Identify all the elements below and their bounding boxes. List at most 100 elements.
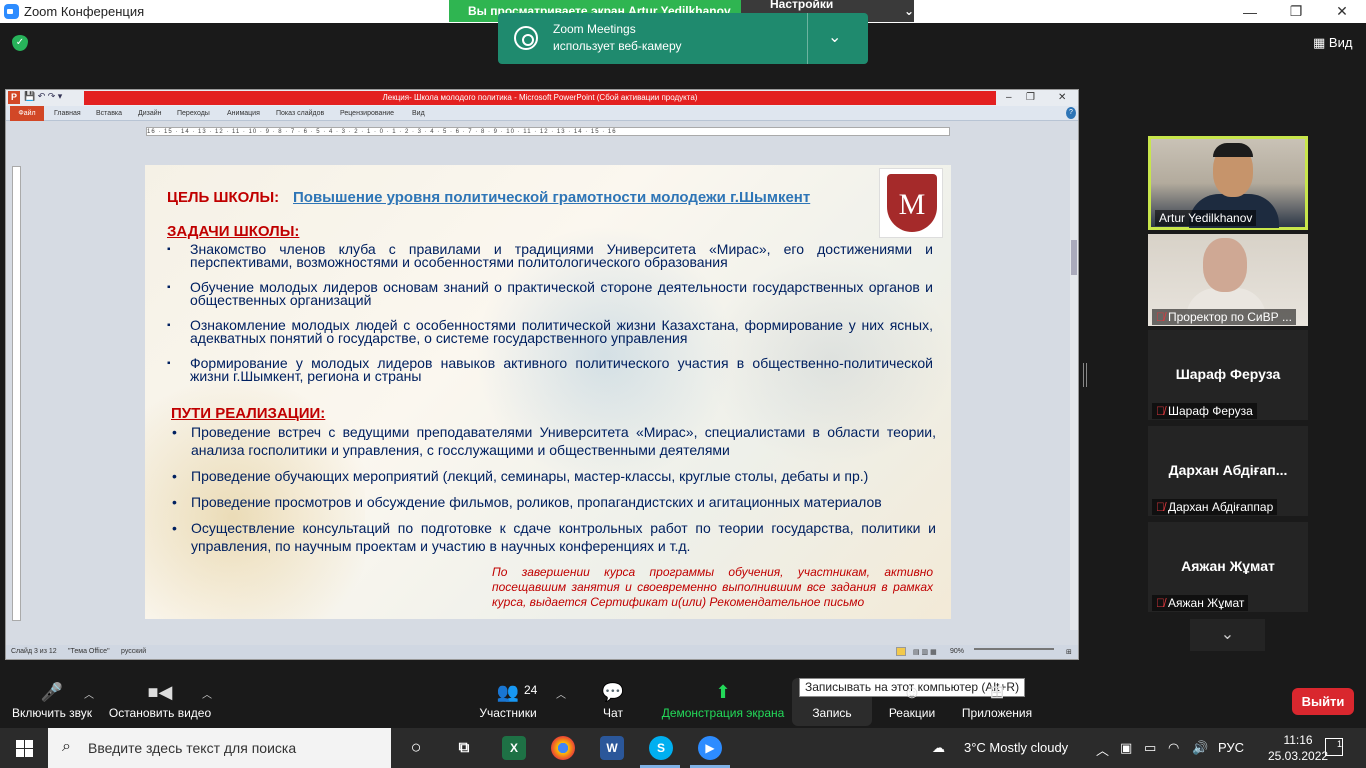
notification-app: Zoom Meetings: [553, 22, 636, 36]
task-item: Формирование у молодых лидеров навыков а…: [167, 356, 933, 383]
apps-button[interactable]: ⊞ Приложения: [958, 678, 1036, 720]
excel-icon[interactable]: X: [502, 736, 526, 760]
chevron-down-icon[interactable]: ⌄: [828, 27, 841, 47]
participant-display-name: Дархан Абдіғап...: [1168, 462, 1288, 478]
minimize-icon[interactable]: —: [1227, 0, 1273, 23]
unmute-button[interactable]: 🎤 Включить звук: [10, 678, 94, 720]
powerpoint-icon: P: [8, 91, 20, 104]
ppt-tab-home: Главная: [54, 110, 81, 117]
chat-button[interactable]: 💬 Чат: [592, 678, 634, 720]
normal-view-icon: [896, 647, 906, 656]
more-participants-chevron-icon[interactable]: ⌄: [1190, 619, 1265, 651]
horizontal-ruler: 16 · 15 · 14 · 13 · 12 · 11 · 10 · 9 · 8…: [146, 127, 950, 136]
ppt-tab-insert: Вставка: [96, 110, 123, 117]
mic-muted-icon: 🎙̸: [1156, 310, 1165, 324]
university-logo: M: [879, 168, 943, 238]
webcam-icon: [514, 26, 538, 50]
reactions-button[interactable]: ☺ Реакции: [884, 678, 940, 720]
zoom-slider: [974, 648, 1054, 650]
word-icon[interactable]: W: [600, 736, 624, 760]
participant-tile[interactable]: Artur Yedilkhanov: [1148, 136, 1308, 230]
microphone-muted-icon: 🎤: [40, 682, 64, 702]
way-item: Осуществление консультаций по подготовке…: [171, 519, 936, 555]
participants-count: 24: [524, 683, 538, 697]
close-icon[interactable]: ✕: [1319, 0, 1365, 23]
participant-name: 🎙̸ Проректор по СиВР ...: [1152, 309, 1296, 325]
shared-powerpoint-window: P 💾 ↶ ↷ ▾ Лекция- Школа молодого политик…: [5, 89, 1079, 660]
participant-name: 🎙̸ Дархан Абдіғаппар: [1152, 499, 1278, 515]
leave-button[interactable]: Выйти: [1292, 688, 1354, 715]
maximize-icon[interactable]: ❐: [1273, 0, 1319, 23]
ppt-minimize-icon: –: [1006, 92, 1012, 103]
input-language[interactable]: РУС: [1218, 740, 1244, 755]
goal-label: ЦЕЛЬ ШКОЛЫ:: [167, 189, 280, 206]
apps-icon: ⊞: [989, 682, 1005, 702]
ppt-titlebar: P 💾 ↶ ↷ ▾ Лекция- Школа молодого политик…: [6, 90, 1078, 106]
goal-text: Повышение уровня политической грамотност…: [293, 189, 811, 206]
participant-display-name: Шараф Феруза: [1175, 366, 1281, 382]
windows-taskbar: ⌕ Введите здесь текст для поиска ○ ⧉ X W…: [0, 728, 1366, 768]
participants-caret-icon[interactable]: ︿: [556, 686, 566, 701]
cortana-icon[interactable]: ○: [404, 736, 428, 760]
weather-text[interactable]: 3°C Mostly cloudy: [964, 740, 1068, 755]
security-shield-icon[interactable]: ✓: [12, 35, 28, 51]
chrome-icon[interactable]: [551, 736, 575, 760]
certificate-note: По завершении курса программы обучения, …: [492, 565, 933, 609]
network-icon[interactable]: ▭: [1144, 740, 1156, 756]
audio-options-caret-icon[interactable]: ︿: [84, 686, 94, 701]
taskbar-search-box[interactable]: ⌕ Введите здесь текст для поиска: [48, 728, 391, 768]
participant-name: 🎙̸ Аяжан Жұмат: [1152, 595, 1249, 611]
search-icon: ⌕: [62, 738, 71, 755]
participant-tile[interactable]: Дархан Абдіғап... 🎙̸ Дархан Абдіғаппар: [1148, 426, 1308, 516]
ppt-tab-slideshow: Показ слайдов: [276, 110, 325, 117]
task-item: Обучение молодых лидеров основам знаний …: [167, 280, 933, 307]
mic-muted-icon: 🎙̸: [1156, 404, 1165, 418]
participant-tile[interactable]: Шараф Феруза 🎙̸ Шараф Феруза: [1148, 330, 1308, 420]
ppt-tab-transitions: Переходы: [177, 110, 210, 117]
mic-muted-icon: 🎙̸: [1156, 596, 1165, 610]
video-camera-icon: ■◀: [147, 682, 173, 702]
grid-icon: ▦: [1313, 35, 1326, 50]
panel-splitter-handle[interactable]: [1083, 363, 1087, 387]
slide-counter: Слайд 3 из 12: [11, 648, 57, 655]
way-item: Проведение просмотров и обсуждение фильм…: [171, 493, 936, 511]
video-options-caret-icon[interactable]: ︿: [202, 686, 212, 701]
quick-access-icon: 💾 ↶ ↷ ▾: [24, 91, 63, 101]
vertical-ruler: [12, 166, 21, 621]
smile-icon: ☺: [902, 682, 922, 702]
participant-tile[interactable]: 🎙̸ Проректор по СиВР ...: [1148, 234, 1308, 326]
ways-label: ПУТИ РЕАЛИЗАЦИИ:: [171, 405, 326, 422]
skype-icon[interactable]: S: [649, 736, 673, 760]
taskbar-clock[interactable]: 11:16 25.03.2022: [1268, 732, 1328, 764]
slide-sorter-icon: ▤ ▥ ▦: [913, 649, 937, 656]
ppt-tab-view: Вид: [412, 110, 425, 117]
tray-device-icon[interactable]: ▣: [1120, 740, 1132, 756]
ppt-close-icon: ✕: [1058, 92, 1067, 103]
ppt-vertical-scrollbar: [1070, 140, 1078, 630]
chat-bubble-icon: 💬: [601, 682, 625, 702]
stop-video-button[interactable]: ■◀ Остановить видео: [108, 678, 212, 720]
task-item: Ознакомление молодых людей с особенностя…: [167, 318, 933, 345]
notification-center-icon[interactable]: 1: [1325, 738, 1343, 756]
volume-icon[interactable]: 🔊: [1192, 740, 1208, 756]
ppt-statusbar: Слайд 3 из 12 "Тема Office" русский ▤ ▥ …: [6, 645, 1078, 659]
weather-cloud-icon[interactable]: ☁: [932, 740, 945, 756]
ppt-restore-icon: ❐: [1026, 92, 1035, 103]
share-screen-button[interactable]: ⬆ Демонстрация экрана: [660, 678, 786, 720]
ppt-tab-animation: Анимация: [227, 110, 260, 117]
ppt-tab-file: Файл: [10, 106, 44, 121]
wifi-icon[interactable]: ◠: [1168, 740, 1179, 756]
zoom-taskbar-icon[interactable]: ▶: [698, 736, 722, 760]
ways-list: Проведение встреч с ведущими преподавате…: [171, 423, 936, 563]
participant-display-name: Аяжан Жұмат: [1181, 558, 1275, 574]
participant-name: Artur Yedilkhanov: [1155, 210, 1257, 226]
participant-name: 🎙̸ Шараф Феруза: [1152, 403, 1257, 419]
task-view-icon[interactable]: ⧉: [452, 736, 476, 760]
way-item: Проведение обучающих мероприятий (лекций…: [171, 467, 936, 485]
view-button[interactable]: ▦ Вид: [1313, 35, 1352, 51]
share-screen-icon: ⬆: [715, 682, 731, 702]
participant-tile[interactable]: Аяжан Жұмат 🎙̸ Аяжан Жұмат: [1148, 522, 1308, 612]
windows-start-icon[interactable]: [16, 740, 33, 757]
tray-chevron-up-icon[interactable]: ︿: [1096, 740, 1109, 759]
zoom-level: 90%: [950, 648, 965, 655]
